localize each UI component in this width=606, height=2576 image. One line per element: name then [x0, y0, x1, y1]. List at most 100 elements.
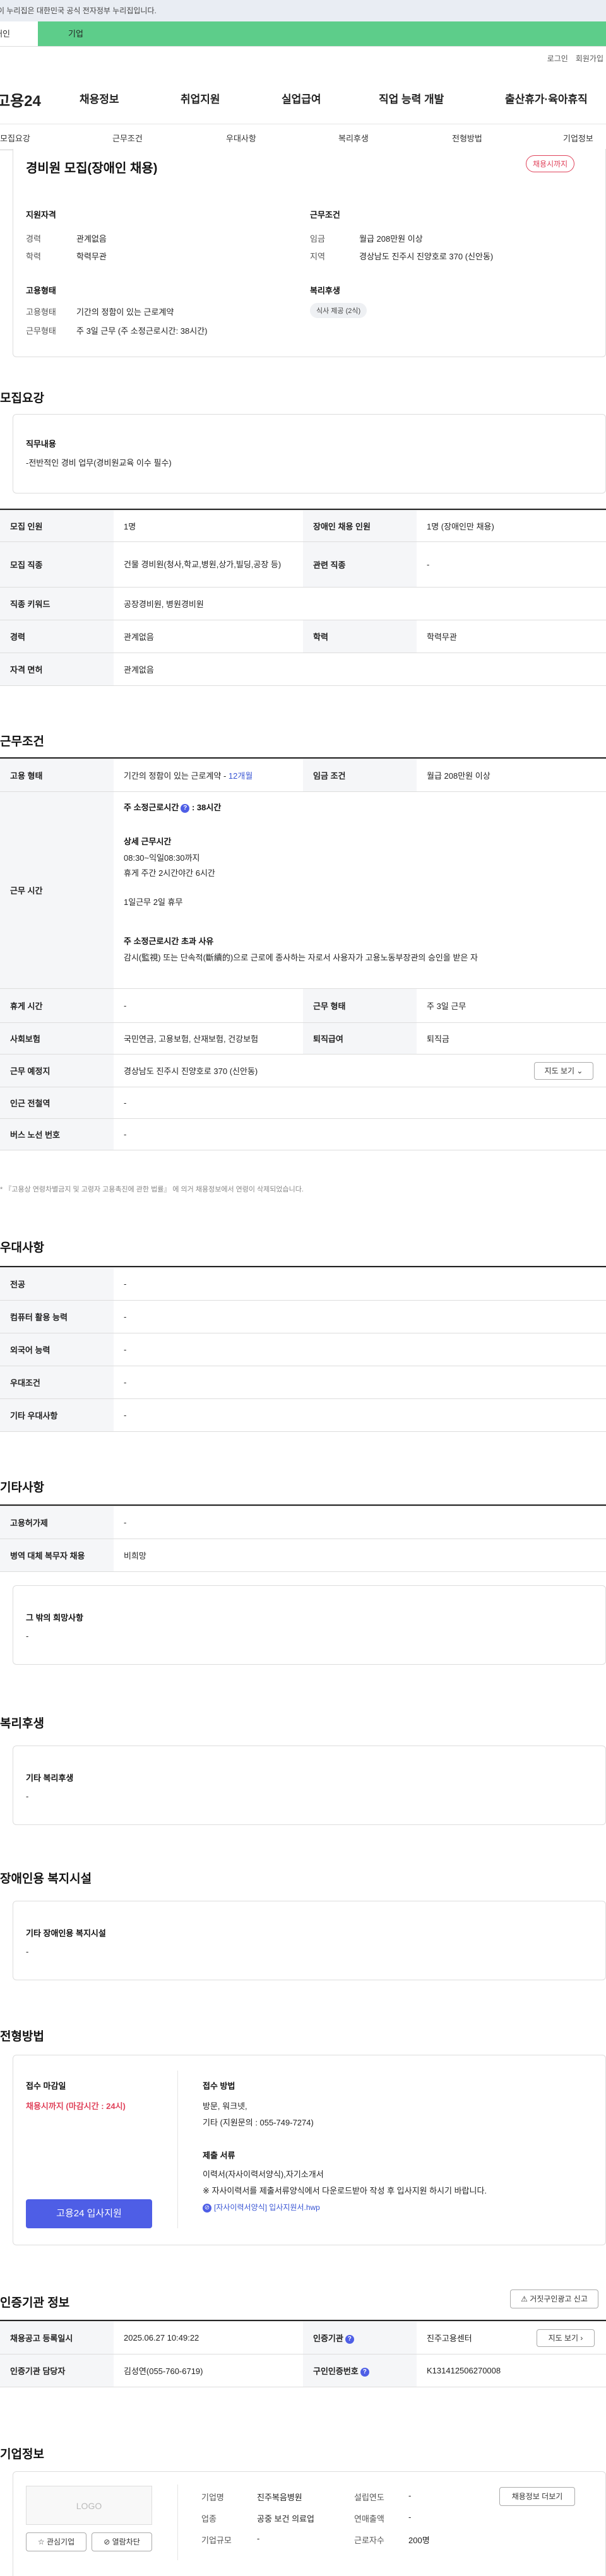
gov-banner-text: 이 누리집은 대한민국 공식 전자정부 누리집입니다.: [0, 6, 157, 15]
section-tab-welfare[interactable]: 복리후생: [338, 132, 369, 144]
table-row: 직종 키워드 공장경비원, 병원경비원: [0, 587, 606, 620]
cell-label: 컴퓨터 활용 능력: [0, 1300, 114, 1333]
cell-value: -: [114, 1087, 606, 1119]
employment-type-label: 고용형태: [26, 307, 56, 317]
info-icon[interactable]: ?: [181, 803, 190, 813]
cell-value: -: [114, 1333, 606, 1366]
method-line: 기타 (지원문의 : 055-749-7274): [203, 2118, 314, 2127]
welfare-chip: 식사 제공 (2식): [310, 303, 367, 318]
conditions-heading: 근무조건: [310, 210, 340, 220]
work-section-title: 근무조건: [0, 735, 44, 748]
apply-button[interactable]: 고용24 입사지원: [26, 2199, 152, 2228]
join-link[interactable]: 회원가입: [576, 54, 603, 63]
section-tab-prefer[interactable]: 우대사항: [226, 132, 256, 144]
block-label: 열람차단: [112, 2538, 140, 2546]
gnb-item-training[interactable]: 직업 능력 개발: [379, 90, 444, 106]
gnb-item-jobs[interactable]: 채용정보: [80, 90, 119, 106]
detail-hours-line: 08:30~익일08:30까지: [124, 853, 200, 863]
cell-label: 인근 전철역: [0, 1087, 114, 1119]
disability-value: -: [26, 1947, 29, 1956]
section-tab-company[interactable]: 기업정보: [563, 132, 593, 144]
report-fake-ad-button[interactable]: ⚠ 거짓구인광고 신고: [510, 2289, 598, 2308]
weekly-hours: 주 소정근로시간? : 38시간: [124, 801, 221, 813]
cell-value: 퇴직금: [417, 1022, 606, 1055]
cell-value: 김성연(055-760-6719): [114, 2354, 303, 2387]
cell-value: -: [114, 1398, 606, 1432]
industry-value: 공중 보건 의료업: [257, 2514, 314, 2524]
attachment-link[interactable]: ⊘ [자사이력서양식] 입사지원서.hwp: [203, 2202, 320, 2213]
info-icon[interactable]: ?: [360, 2367, 369, 2377]
cell-label: 모집 인원: [0, 510, 114, 542]
cell-label: 경력: [0, 620, 114, 653]
table-row: 자격 면허 관계없음: [0, 653, 606, 686]
industry-label: 업종: [201, 2514, 217, 2524]
company-jobs-button[interactable]: 채용정보 더보기: [499, 2487, 575, 2506]
section-tab-recruit[interactable]: 모집요강: [0, 132, 30, 144]
docs-line: ※ 자사이력서를 제출서류양식에서 다운로드받아 작성 후 입사지원 하시기 바…: [203, 2186, 487, 2195]
welfare-section-title: 복리후생: [0, 1717, 44, 1730]
company-name-value: 진주복음병원: [257, 2493, 302, 2502]
cell-value: 비희망: [114, 1539, 606, 1572]
education-label: 학력: [26, 252, 41, 261]
cell-value: -: [114, 1267, 606, 1301]
cell-label: 고용 형태: [0, 759, 114, 792]
top-links: 로그인 회원가입: [540, 53, 603, 64]
other-wishes-label: 그 밖의 희망사항: [26, 1613, 83, 1622]
cell-label: 직종 키워드: [0, 587, 114, 620]
table-row: 채용공고 등록일시 2025.06.27 10:49:22 인증기관? 진주고용…: [0, 2321, 606, 2354]
table-row: 인증기관 담당자 김성연(055-760-6719) 구인인증번호? K1314…: [0, 2354, 606, 2387]
prefer-table: 전공 - 컴퓨터 활용 능력 - 외국어 능력 - 우대조건 - 기타 우대사항 -: [0, 1267, 606, 1432]
table-row: 전공 -: [0, 1267, 606, 1301]
employment-type-text: 기간의 정함이 있는 근로계약 -: [124, 771, 229, 781]
gnb-item-unemployment-benefit[interactable]: 실업급여: [282, 90, 321, 106]
table-row: 컴퓨터 활용 능력 -: [0, 1300, 606, 1333]
cell-label: 고용허가제: [0, 1506, 114, 1539]
welfare-value: -: [26, 1792, 29, 1801]
cell-value: 건물 경비원(청사,학교,병원,상가,빌딩,공장 등): [114, 541, 303, 588]
employment-heading: 고용형태: [26, 286, 56, 295]
contract-months: 12개월: [228, 771, 253, 781]
cell-value: -: [114, 1506, 606, 1539]
cell-label: 장애인 채용 인원: [303, 510, 417, 542]
table-row: 고용 형태 기간의 정함이 있는 근로계약 - 12개월 임금 조건 월급 20…: [0, 759, 606, 792]
company-section-title: 기업정보: [0, 2448, 44, 2461]
login-link[interactable]: 로그인: [547, 54, 568, 63]
section-tab-screening[interactable]: 전형방법: [452, 132, 482, 144]
table-row: 근무 시간 주 소정근로시간? : 38시간 상세 근무시간 08:30~익일0…: [0, 791, 606, 989]
table-row: 모집 인원 1명 장애인 채용 인원 1명 (장애인만 채용): [0, 510, 606, 542]
block-view-button[interactable]: ⊘ 열람차단: [92, 2532, 152, 2551]
tab-company[interactable]: 기업: [38, 21, 606, 46]
hours-cell: 주 소정근로시간? : 38시간 상세 근무시간 08:30~익일08:30까지…: [114, 791, 606, 989]
cell-value: 주 3일 근무: [417, 988, 606, 1023]
chevron-down-icon: ⌄: [576, 1066, 583, 1075]
company-size-value: -: [257, 2534, 260, 2543]
cell-label: 인증기관 담당자: [0, 2354, 114, 2387]
section-tab-work[interactable]: 근무조건: [112, 132, 143, 144]
table-row: 버스 노선 번호 -: [0, 1118, 606, 1150]
duty-label: 직무내용: [26, 439, 56, 449]
work-shape-value: 주 3일 근무 (주 소정근로시간: 38시간): [76, 326, 208, 336]
org-map-button[interactable]: 지도 보기 ›: [537, 2329, 595, 2347]
founded-label: 설립연도: [354, 2493, 384, 2502]
deadline-value: 채용시까지 (마감시간 : 24시): [26, 2101, 126, 2111]
table-row: 외국어 능력 -: [0, 1333, 606, 1366]
wage-value: 월급 208만원 이상: [359, 234, 423, 244]
site-logo[interactable]: 고용24: [0, 88, 41, 110]
gnb-item-employment-support[interactable]: 취업지원: [181, 90, 220, 106]
cell-label: 임금 조건: [303, 759, 417, 792]
cell-label: 전공: [0, 1267, 114, 1301]
table-row: 우대조건 -: [0, 1366, 606, 1399]
tab-personal-label: 개인: [0, 29, 10, 38]
wage-label: 임금: [310, 234, 325, 244]
map-button[interactable]: 지도 보기 ⌄: [534, 1062, 593, 1080]
favorite-company-button[interactable]: ☆ 관심기업: [26, 2532, 86, 2551]
detail-hours-heading: 상세 근무시간: [124, 837, 172, 846]
employees-label: 근로자수: [354, 2536, 384, 2545]
global-nav: 고용24 채용정보 취업지원 실업급여 직업 능력 개발 출산휴가·육아휴직: [0, 81, 606, 112]
region-label: 지역: [310, 252, 325, 261]
cell-value: 1명: [114, 510, 303, 542]
gnb-item-leave[interactable]: 출산휴가·육아휴직: [505, 90, 588, 106]
tab-personal[interactable]: 개인: [0, 21, 38, 46]
info-icon[interactable]: ?: [345, 2334, 354, 2344]
duty-value: -전반적인 경비 업무(경비원교육 이수 필수): [26, 458, 172, 468]
